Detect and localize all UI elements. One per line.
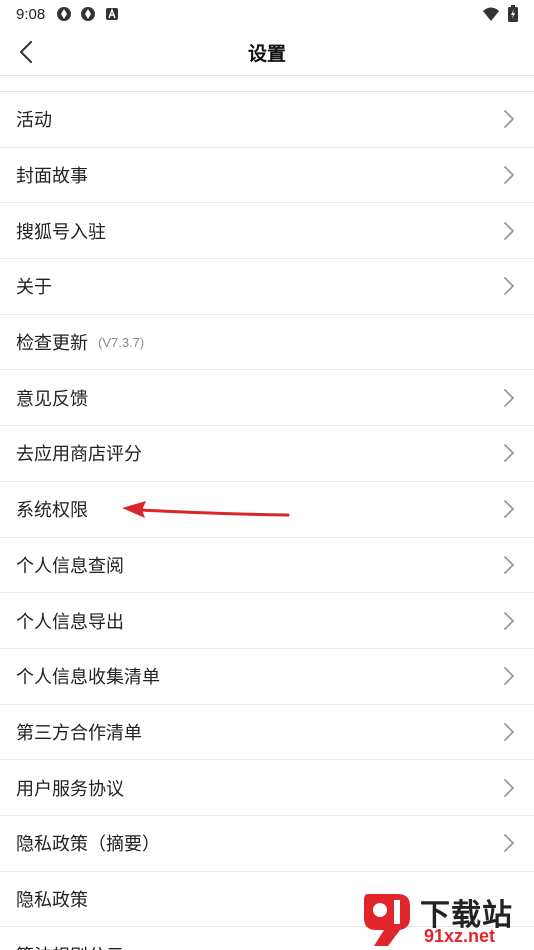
settings-item-privacy-summary[interactable]: 隐私政策（摘要）: [0, 816, 534, 872]
settings-item-label: 第三方合作清单: [16, 722, 142, 744]
settings-item-rate-app[interactable]: 去应用商店评分: [0, 426, 534, 482]
chevron-right-icon: [504, 277, 515, 296]
header: 设置: [0, 28, 534, 76]
settings-item-personal-info-export[interactable]: 个人信息导出: [0, 593, 534, 649]
settings-item-label: 个人信息导出: [16, 611, 124, 633]
settings-item-info-collection-list[interactable]: 个人信息收集清单: [0, 649, 534, 705]
watermark-url: 91xz.net: [424, 926, 496, 946]
chevron-right-icon: [504, 444, 515, 463]
settings-item-user-agreement[interactable]: 用户服务协议: [0, 760, 534, 816]
settings-item-third-party-list[interactable]: 第三方合作清单: [0, 705, 534, 761]
settings-item-label: 算法规则公示: [16, 942, 124, 950]
settings-item-feedback[interactable]: 意见反馈: [0, 370, 534, 427]
chevron-right-icon: [504, 110, 515, 129]
settings-item-activities[interactable]: 活动: [0, 92, 534, 148]
settings-item-label: 用户服务协议: [16, 778, 124, 800]
settings-item-label: 搜狐号入驻: [16, 221, 106, 243]
settings-item-label: 意见反馈: [16, 388, 88, 410]
notification-icon: [55, 5, 73, 23]
chevron-right-icon: [504, 500, 515, 519]
settings-item-label: 封面故事: [16, 166, 88, 188]
battery-icon: [508, 5, 518, 26]
settings-item-sohu-account[interactable]: 搜狐号入驻: [0, 203, 534, 260]
notification-icon: [79, 5, 97, 23]
settings-item-label: 活动: [16, 110, 52, 132]
section-gap: [0, 76, 534, 92]
chevron-right-icon: [504, 611, 515, 630]
settings-item-label: 隐私政策（摘要）: [16, 834, 160, 856]
chevron-right-icon: [504, 667, 515, 686]
watermark-logo: 下载站 91xz.net: [358, 888, 530, 950]
status-bar: 9:08: [0, 0, 534, 28]
settings-item-label: 隐私政策: [16, 889, 88, 911]
chevron-right-icon: [504, 221, 515, 240]
version-label: (V7.3.7): [98, 334, 145, 350]
watermark-badge-icon: [364, 894, 410, 946]
wifi-icon: [482, 6, 500, 26]
app-notification-icon: [103, 5, 121, 23]
settings-item-cover-story[interactable]: 封面故事: [0, 148, 534, 204]
settings-item-about[interactable]: 关于: [0, 259, 534, 315]
settings-item-check-update[interactable]: 检查更新 (V7.3.7): [0, 315, 534, 371]
chevron-right-icon: [504, 834, 515, 853]
chevron-right-icon: [504, 778, 515, 797]
annotation-arrow-icon: [122, 501, 290, 518]
settings-item-label: 关于: [16, 277, 52, 299]
chevron-right-icon: [504, 723, 515, 741]
settings-item-label: 检查更新: [16, 333, 88, 355]
status-right: [482, 5, 518, 26]
settings-item-personal-info-view[interactable]: 个人信息查阅: [0, 538, 534, 594]
settings-item-label: 个人信息收集清单: [16, 667, 160, 689]
settings-item-label: 个人信息查阅: [16, 555, 124, 577]
settings-item-label: 去应用商店评分: [16, 444, 142, 466]
chevron-right-icon: [504, 166, 515, 184]
status-time: 9:08: [16, 5, 46, 23]
chevron-right-icon: [504, 388, 515, 407]
chevron-right-icon: [504, 555, 515, 574]
settings-item-label: 系统权限: [16, 500, 88, 522]
page-title: 设置: [247, 43, 286, 65]
